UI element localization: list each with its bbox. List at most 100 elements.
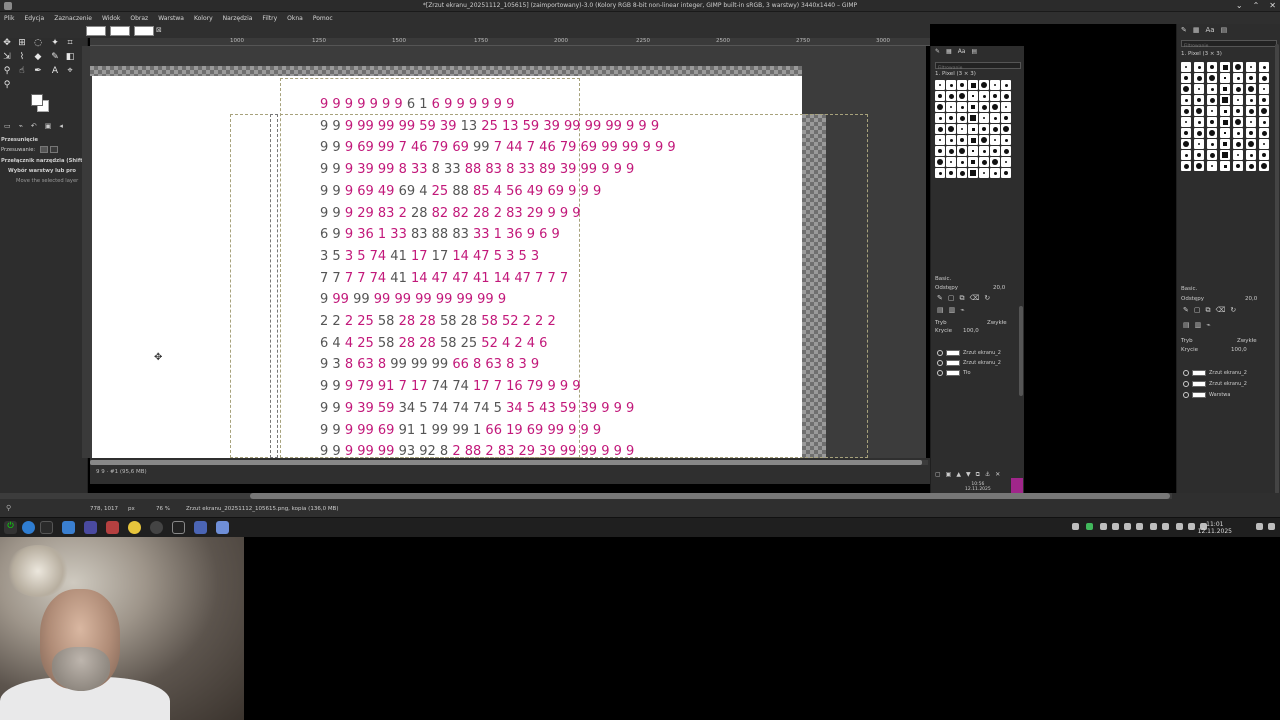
maximize-button[interactable]: ⌃ — [1253, 1, 1260, 10]
settings-icon[interactable] — [150, 521, 163, 534]
brush-swatch[interactable] — [946, 124, 956, 134]
app-icon[interactable] — [84, 521, 97, 534]
taskbar-clock[interactable]: 11:01 12.11.2025 — [1198, 521, 1232, 535]
brush-swatch[interactable] — [1207, 128, 1217, 138]
brush-swatch[interactable] — [979, 135, 989, 145]
crop-tool-icon[interactable]: ⌗ — [65, 38, 75, 48]
duplicate-brush-icon[interactable]: ⧉ — [1206, 306, 1211, 315]
brush-swatch[interactable] — [1233, 117, 1243, 127]
foreground-color-swatch[interactable] — [31, 94, 43, 106]
brush-swatch[interactable] — [957, 91, 967, 101]
device-status-tab-icon[interactable]: ⌁ — [19, 122, 23, 132]
tray-icon[interactable] — [1188, 523, 1195, 530]
brush-swatch[interactable] — [1220, 106, 1230, 116]
brush-swatch[interactable] — [990, 80, 1000, 90]
clone-tool-icon[interactable]: ⚲ — [2, 66, 12, 76]
brush-swatch[interactable] — [1207, 73, 1217, 83]
brush-swatch[interactable] — [1181, 95, 1191, 105]
power-icon[interactable]: ⏻ — [4, 521, 17, 534]
brush-swatch[interactable] — [1001, 91, 1011, 101]
eraser-icon[interactable]: ◧ — [65, 52, 75, 62]
tray-icon[interactable] — [1112, 523, 1119, 530]
spacing-value[interactable]: 20,0 — [1245, 296, 1257, 302]
brush-swatch[interactable] — [1194, 106, 1204, 116]
brush-swatch[interactable] — [957, 135, 967, 145]
brush-swatch[interactable] — [1233, 73, 1243, 83]
edit-brush-icon[interactable]: ✎ — [937, 294, 943, 303]
brush-swatch[interactable] — [1001, 102, 1011, 112]
brush-swatch[interactable] — [1207, 95, 1217, 105]
refresh-brushes-icon[interactable]: ↻ — [1230, 306, 1236, 315]
layer-row[interactable]: Warstwa — [1183, 390, 1230, 399]
brush-swatch[interactable] — [1220, 84, 1230, 94]
spacing-value[interactable]: 20,0 — [993, 285, 1005, 291]
menu-windows[interactable]: Okna — [287, 15, 303, 22]
brush-swatch[interactable] — [1181, 150, 1191, 160]
unit-select[interactable]: px — [128, 506, 135, 512]
brush-swatch[interactable] — [1246, 84, 1256, 94]
brush-swatch[interactable] — [1233, 84, 1243, 94]
channels-tab-icon[interactable]: ▥ — [949, 306, 956, 314]
brush-swatch[interactable] — [1246, 139, 1256, 149]
brush-swatch[interactable] — [1001, 168, 1011, 178]
bucket-fill-icon[interactable]: ◆ — [33, 52, 43, 62]
tray-icon[interactable] — [1100, 523, 1107, 530]
brush-tab-icon[interactable]: ✎ — [1181, 26, 1187, 36]
layer-row[interactable]: Zrzut ekranu_2 — [1183, 379, 1247, 388]
layer-row[interactable]: Tło — [937, 368, 971, 377]
edit-brush-icon[interactable]: ✎ — [1183, 306, 1189, 315]
delete-layer-icon[interactable]: ✕ — [995, 471, 1000, 479]
menu-colors[interactable]: Kolory — [194, 15, 213, 22]
brush-swatch[interactable] — [1220, 117, 1230, 127]
brush-swatch[interactable] — [990, 146, 1000, 156]
paths-tab-icon[interactable]: ⌁ — [1206, 321, 1210, 329]
visibility-eye-icon[interactable] — [937, 369, 943, 376]
brush-swatch[interactable] — [935, 113, 945, 123]
brush-swatch[interactable] — [1194, 73, 1204, 83]
window-icon[interactable] — [216, 521, 229, 534]
brush-swatch[interactable] — [1233, 139, 1243, 149]
menu-select[interactable]: Zaznaczenie — [54, 15, 92, 22]
mode-select[interactable]: Zwykłe — [1237, 338, 1257, 344]
anchor-layer-icon[interactable]: ⚓ — [985, 471, 990, 479]
brush-swatch[interactable] — [1194, 95, 1204, 105]
brush-swatch[interactable] — [946, 80, 956, 90]
paths-tab-icon[interactable]: ⌁ — [960, 306, 964, 314]
visibility-eye-icon[interactable] — [1183, 380, 1189, 387]
pattern-tab-icon[interactable]: ▦ — [1193, 26, 1200, 36]
brush-swatch[interactable] — [946, 168, 956, 178]
brush-swatch[interactable] — [1246, 150, 1256, 160]
new-brush-icon[interactable]: ▢ — [948, 294, 955, 303]
images-tab-icon[interactable]: ▣ — [45, 122, 52, 132]
brush-swatch[interactable] — [1246, 62, 1256, 72]
brush-swatch[interactable] — [1259, 150, 1269, 160]
app-icon[interactable] — [128, 521, 141, 534]
brush-swatch[interactable] — [968, 113, 978, 123]
transform-tool-icon[interactable]: ⇲ — [2, 52, 12, 62]
layers-tab-icon[interactable]: ▤ — [937, 306, 944, 314]
browser-icon[interactable] — [22, 521, 35, 534]
brush-swatch[interactable] — [968, 146, 978, 156]
tray-icon[interactable] — [1256, 523, 1263, 530]
visibility-eye-icon[interactable] — [1183, 391, 1189, 398]
tray-icon[interactable] — [1150, 523, 1157, 530]
canvas-horizontal-scrollbar[interactable] — [90, 460, 928, 465]
brush-swatch[interactable] — [1001, 80, 1011, 90]
zoom-select[interactable]: 76 % — [156, 506, 170, 512]
brush-swatch[interactable] — [968, 168, 978, 178]
menu-filters[interactable]: Filtry — [262, 15, 277, 22]
lasso-tool-icon[interactable]: ◌ — [33, 38, 43, 48]
brush-swatch[interactable] — [1220, 73, 1230, 83]
visibility-eye-icon[interactable] — [937, 349, 943, 356]
brush-swatch[interactable] — [1001, 135, 1011, 145]
brush-swatch[interactable] — [979, 80, 989, 90]
brush-swatch[interactable] — [1220, 150, 1230, 160]
pick-layer-radio[interactable]: Wybór warstwy lub pro — [8, 168, 76, 174]
brush-swatch[interactable] — [1001, 146, 1011, 156]
layer-row[interactable]: Zrzut ekranu_2 — [937, 358, 1001, 367]
image-canvas[interactable]: 9 9 9 9 9 9 9 6 1 6 9 9 9 9 9 99 9 9 99 … — [90, 46, 926, 458]
brush-swatch[interactable] — [1181, 117, 1191, 127]
brush-swatch[interactable] — [1259, 139, 1269, 149]
vertical-ruler[interactable] — [82, 46, 90, 458]
minimize-button[interactable]: ⌄ — [1236, 1, 1243, 10]
